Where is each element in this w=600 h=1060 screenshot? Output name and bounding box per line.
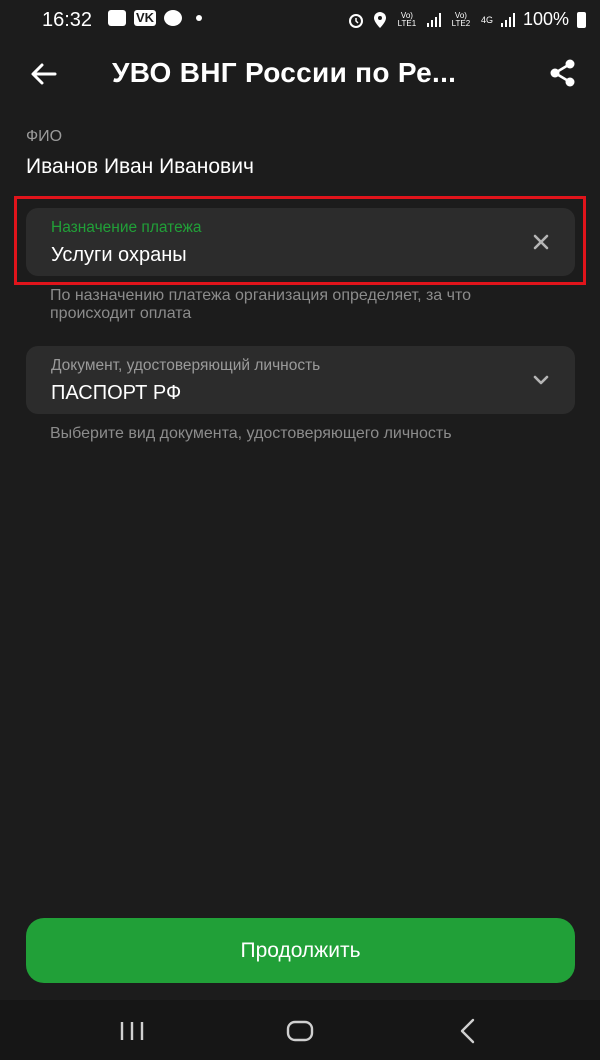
home-icon [286, 1020, 314, 1042]
status-time: 16:32 [42, 9, 93, 31]
dropdown-toggle[interactable] [529, 368, 553, 392]
home-button[interactable] [286, 1019, 314, 1043]
document-type-dropdown[interactable]: Документ, удостоверяющий личность ПАСПОР… [26, 346, 575, 414]
recents-button[interactable] [118, 1020, 146, 1042]
recents-icon [120, 1022, 144, 1040]
location-icon [373, 11, 386, 28]
network-type: 4G [480, 14, 493, 25]
chevron-down-icon [533, 375, 549, 385]
continue-button[interactable]: Продолжить [26, 918, 575, 983]
sim1-label: Vo) LTE1 [397, 10, 417, 28]
battery-percent: 100% [522, 9, 569, 29]
document-type-value: ПАСПОРТ РФ [51, 382, 182, 404]
gallery-icon [108, 10, 126, 26]
battery-icon [577, 11, 586, 28]
status-bar: 16:32 VK Vo) LTE1 Vo) LTE2 4G 100% [0, 0, 600, 40]
sim2-label: Vo) LTE2 [451, 10, 471, 28]
document-type-hint: Выберите вид документа, удостоверяющего … [50, 425, 452, 442]
app-bar: УВО ВНГ России по Ре... [0, 40, 600, 108]
more-notifications-icon [196, 15, 203, 21]
system-nav-bar [0, 1000, 600, 1060]
alarm-icon [348, 13, 363, 28]
share-button[interactable] [546, 56, 580, 90]
back-button[interactable] [28, 58, 60, 90]
arrow-left-icon [31, 63, 57, 85]
fio-value: Иванов Иван Иванович [26, 155, 254, 178]
document-type-label: Документ, удостоверяющий личность [51, 357, 321, 374]
signal-sim2-icon [500, 12, 515, 27]
page-title: УВО ВНГ России по Ре... [112, 57, 457, 88]
signal-sim1-icon [426, 12, 441, 27]
status-notification-icons: VK [108, 10, 203, 26]
back-nav-icon [460, 1018, 475, 1044]
vk-icon: VK [134, 10, 157, 26]
nav-back-button[interactable] [456, 1017, 480, 1045]
highlight-box [14, 196, 586, 285]
message-icon [164, 10, 183, 26]
payment-purpose-hint: По назначению платежа организация опреде… [50, 287, 472, 322]
share-icon [550, 59, 575, 87]
status-system-icons: Vo) LTE1 Vo) LTE2 4G 100% [347, 9, 586, 30]
fio-label: ФИО [26, 128, 63, 145]
